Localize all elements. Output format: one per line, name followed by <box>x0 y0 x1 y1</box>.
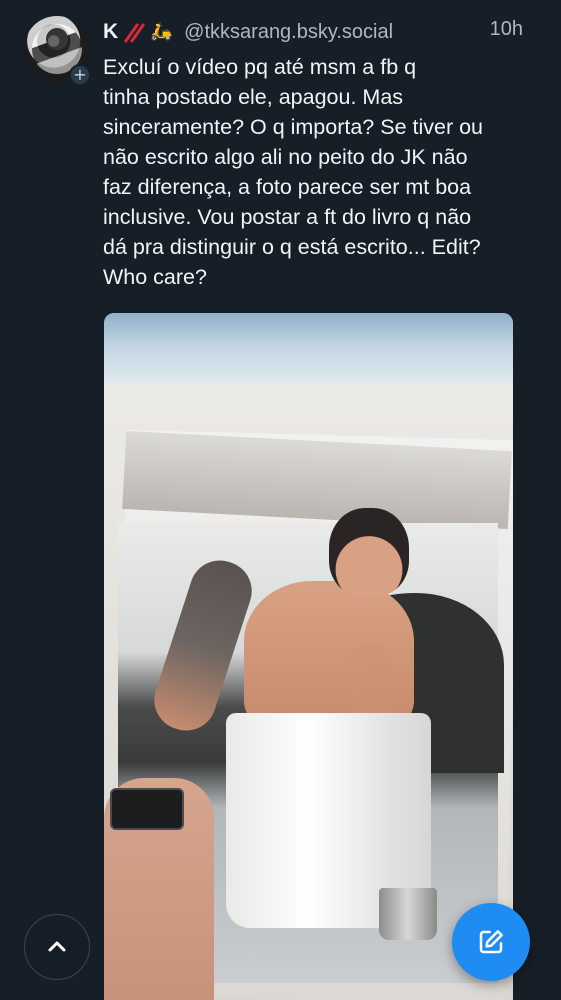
scroll-to-top-button[interactable] <box>24 914 90 980</box>
scooter-emoji: 🛵 <box>150 21 173 42</box>
image-person-head <box>329 508 409 596</box>
image-sky <box>104 313 513 393</box>
post-item[interactable]: + K 🛵 @tkksarang.bsky.social 10h Excluí … <box>0 0 561 1000</box>
chevron-up-icon <box>48 941 66 952</box>
author-handle[interactable]: @tkksarang.bsky.social <box>184 21 393 44</box>
post-header: K 🛵 @tkksarang.bsky.social 10h <box>103 14 543 50</box>
image-ice-bucket <box>379 888 437 940</box>
image-phone <box>110 788 184 830</box>
compose-button[interactable] <box>452 903 530 981</box>
post-image[interactable] <box>104 313 513 1000</box>
slashes-emoji <box>122 20 146 44</box>
post-timestamp[interactable]: 10h <box>490 18 523 41</box>
post-text: Excluí o vídeo pq até msm a fb q tinha p… <box>103 55 484 289</box>
author-display-name[interactable]: K <box>103 20 118 44</box>
follow-plus-icon[interactable]: + <box>69 64 91 86</box>
pencil-square-icon <box>479 930 503 954</box>
image-hand-holding-phone <box>104 778 224 1000</box>
